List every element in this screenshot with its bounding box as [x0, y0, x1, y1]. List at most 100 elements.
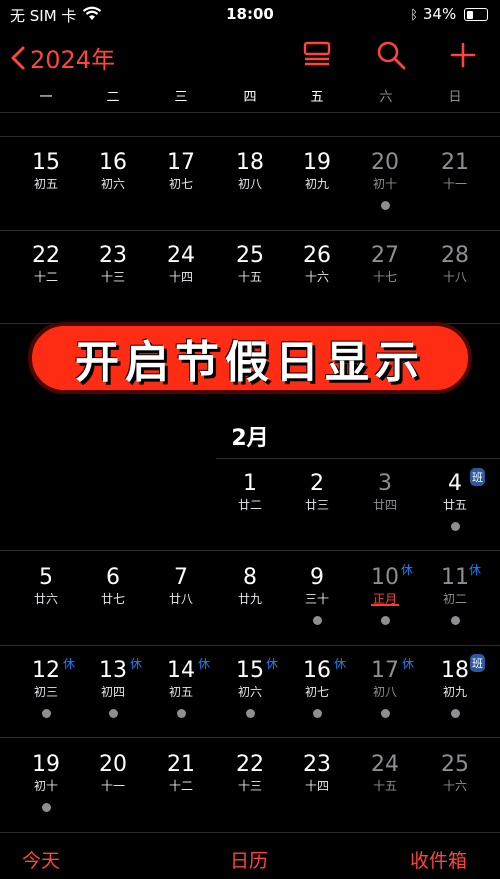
day-number: 23 — [99, 243, 127, 268]
lunar-date: 三十 — [304, 592, 329, 606]
day-cell[interactable]: 9 三十 — [287, 565, 347, 625]
day-cell[interactable]: 17 初七 — [151, 150, 211, 192]
event-dot — [245, 709, 255, 718]
day-cell[interactable]: 8 廿九 — [220, 565, 280, 607]
event-dot — [450, 616, 460, 625]
day-number: 26 — [303, 243, 331, 268]
day-cell[interactable]: 22 十二 — [16, 243, 76, 285]
status-bar: 无 SIM 卡 18:00 ᛒ 34% — [0, 0, 500, 28]
day-cell[interactable]: 18 初八 — [220, 150, 280, 192]
day-number: 28 — [441, 243, 469, 268]
row-divider — [0, 737, 500, 738]
day-cell[interactable]: 27 十七 — [355, 243, 415, 285]
weekday-label: 四 — [243, 90, 257, 105]
day-number: 27 — [371, 243, 399, 268]
day-cell[interactable]: 5 廿六 — [16, 565, 76, 607]
chevron-left-icon — [11, 46, 25, 69]
workday-badge: 班 — [470, 468, 485, 486]
add-event-button[interactable] — [446, 38, 480, 72]
day-number: 24 — [167, 243, 195, 268]
lunar-date: 十三 — [100, 270, 125, 284]
day-cell[interactable]: 19 初九 — [287, 150, 347, 192]
day-cell[interactable]: 28 十八 — [425, 243, 485, 285]
calendars-button[interactable]: 日历 — [230, 846, 268, 873]
day-number: 21 — [441, 150, 469, 175]
lunar-date: 十八 — [442, 270, 467, 284]
day-cell[interactable]: 16 初六 — [83, 150, 143, 192]
lunar-date: 十三 — [237, 779, 262, 793]
day-cell[interactable]: 21 十一 — [425, 150, 485, 192]
day-cell[interactable]: 26 十六 — [287, 243, 347, 285]
inbox-button[interactable]: 收件箱 — [410, 846, 467, 873]
day-cell[interactable]: 6 廿七 — [83, 565, 143, 607]
search-button[interactable] — [374, 38, 408, 72]
list-view-icon — [303, 41, 331, 66]
lunar-date: 廿二 — [237, 498, 262, 512]
holiday-tag: 休 — [402, 657, 415, 671]
lunar-date: 十五 — [237, 270, 262, 284]
row-divider — [0, 230, 500, 231]
weekday-label: 三 — [174, 90, 188, 105]
event-dot — [450, 522, 460, 531]
holiday-display-banner[interactable]: 开启节假日显示 — [28, 322, 472, 394]
lunar-date: 初六 — [100, 177, 125, 191]
search-icon — [377, 41, 406, 70]
day-cell[interactable]: 25 十五 — [220, 243, 280, 285]
weekday-label: 二 — [106, 90, 120, 105]
lunar-date: 十七 — [372, 270, 397, 284]
day-number: 17 — [167, 150, 195, 175]
day-cell[interactable]: 21 十二 — [151, 752, 211, 794]
day-cell[interactable]: 2 廿三 — [287, 471, 347, 513]
day-number: 24 — [371, 752, 399, 777]
lunar-date: 初六 — [237, 685, 262, 699]
row-divider — [0, 645, 500, 646]
lunar-date: 十二 — [33, 270, 58, 284]
day-number: 21 — [167, 752, 195, 777]
day-cell[interactable]: 24 十四 — [151, 243, 211, 285]
day-number: 22 — [236, 752, 264, 777]
day-cell[interactable]: 20 十一 — [83, 752, 143, 794]
day-number: 7 — [174, 565, 188, 590]
day-cell[interactable]: 15 初五 — [16, 150, 76, 192]
lunar-date: 初五 — [168, 685, 193, 699]
event-dot — [380, 709, 390, 718]
day-cell[interactable]: 24 十五 — [355, 752, 415, 794]
status-right: ᛒ 34% — [410, 5, 488, 23]
weekday-label: 六 — [379, 90, 393, 105]
bluetooth-icon: ᛒ — [410, 8, 419, 23]
day-cell[interactable]: 3 廿四 — [355, 471, 415, 513]
lunar-date: 初十 — [33, 779, 58, 793]
list-view-button[interactable] — [300, 38, 334, 72]
lunar-date: 初五 — [33, 177, 58, 191]
day-cell[interactable]: 7 廿八 — [151, 565, 211, 607]
day-number: 9 — [310, 565, 324, 590]
battery-percent: 34% — [422, 5, 457, 23]
day-cell[interactable]: 25 十六 — [425, 752, 485, 794]
holiday-tag: 休 — [130, 657, 143, 671]
day-number: 19 — [303, 150, 331, 175]
day-number: 2 — [310, 471, 324, 496]
day-cell[interactable]: 22 十三 — [220, 752, 280, 794]
plus-icon — [450, 42, 476, 68]
day-cell[interactable]: 23 十三 — [83, 243, 143, 285]
event-dot — [312, 616, 322, 625]
day-number: 19 — [32, 752, 60, 777]
day-cell[interactable]: 23 十四 — [287, 752, 347, 794]
today-button[interactable]: 今天 — [22, 846, 60, 873]
workday-badge: 班 — [470, 654, 485, 672]
event-dot — [450, 709, 460, 718]
day-cell[interactable]: 1 廿二 — [220, 471, 280, 513]
day-cell[interactable]: 20 初十 — [355, 150, 415, 210]
lunar-date: 十六 — [304, 270, 329, 284]
day-cell[interactable]: 19 初十 — [16, 752, 76, 812]
day-number: 22 — [32, 243, 60, 268]
lunar-date: 初七 — [304, 685, 329, 699]
back-to-year-button[interactable]: 2024年 — [8, 40, 115, 75]
day-number: 25 — [236, 243, 264, 268]
lunar-date: 初十 — [372, 177, 397, 191]
lunar-date: 廿六 — [33, 592, 58, 606]
holiday-tag: 休 — [334, 657, 347, 671]
day-number: 25 — [441, 752, 469, 777]
lunar-date: 初四 — [100, 685, 125, 699]
lunar-date: 廿八 — [168, 592, 193, 606]
